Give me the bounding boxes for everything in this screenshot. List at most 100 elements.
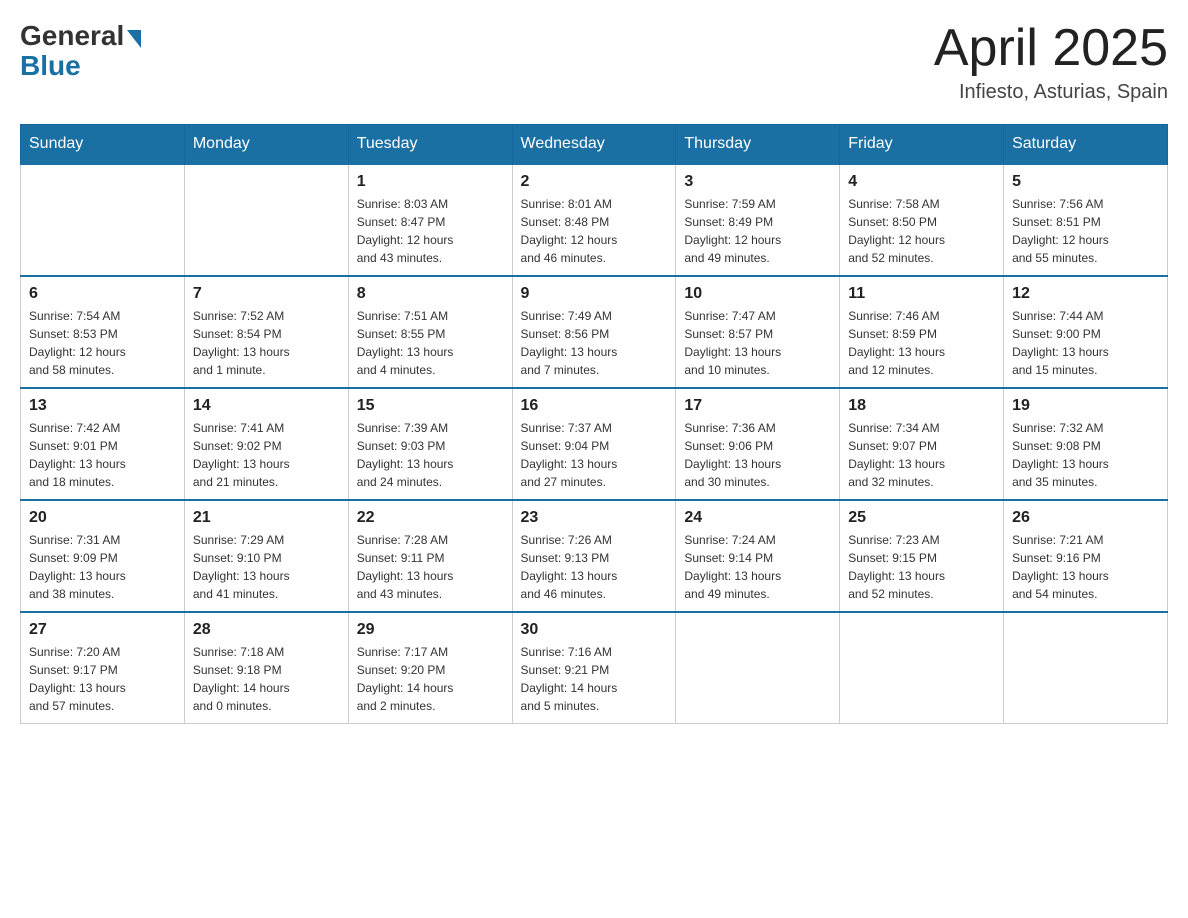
calendar-cell xyxy=(21,164,185,276)
calendar-cell: 4 Sunrise: 7:58 AMSunset: 8:50 PMDaylight… xyxy=(840,164,1004,276)
day-number: 22 xyxy=(357,509,504,527)
day-number: 24 xyxy=(684,509,831,527)
day-number: 4 xyxy=(848,173,995,191)
calendar-cell xyxy=(676,612,840,724)
calendar-week-row: 13Sunrise: 7:42 AMSunset: 9:01 PMDayligh… xyxy=(21,388,1168,500)
header-friday: Friday xyxy=(840,125,1004,165)
day-info: Sunrise: 7:52 AMSunset: 8:54 PMDaylight:… xyxy=(193,307,340,379)
day-number: 21 xyxy=(193,509,340,527)
logo-general-text: General xyxy=(20,20,124,52)
calendar-cell: 3Sunrise: 7:59 AMSunset: 8:49 PMDaylight… xyxy=(676,164,840,276)
calendar-cell: 13Sunrise: 7:42 AMSunset: 9:01 PMDayligh… xyxy=(21,388,185,500)
calendar-cell: 30 Sunrise: 7:16 AMSunset: 9:21 PMDayligh… xyxy=(512,612,676,724)
day-info: Sunrise: 7:29 AMSunset: 9:10 PMDaylight:… xyxy=(193,531,340,603)
day-info: Sunrise: 7:59 AMSunset: 8:49 PMDaylight:… xyxy=(684,195,831,267)
day-number: 20 xyxy=(29,509,176,527)
month-title: April 2025 xyxy=(934,20,1168,77)
day-info: Sunrise: 7:26 AMSunset: 9:13 PMDaylight:… xyxy=(521,531,668,603)
day-number: 14 xyxy=(193,397,340,415)
day-number: 7 xyxy=(193,285,340,303)
day-number: 23 xyxy=(521,509,668,527)
day-info: Sunrise: 7:54 AMSunset: 8:53 PMDaylight:… xyxy=(29,307,176,379)
calendar-cell xyxy=(184,164,348,276)
header-tuesday: Tuesday xyxy=(348,125,512,165)
header-thursday: Thursday xyxy=(676,125,840,165)
calendar-cell: 12 Sunrise: 7:44 AMSunset: 9:00 PMDayligh… xyxy=(1004,276,1168,388)
day-number: 17 xyxy=(684,397,831,415)
calendar-header-row: Sunday Monday Tuesday Wednesday Thursday… xyxy=(21,125,1168,165)
calendar-cell: 14Sunrise: 7:41 AMSunset: 9:02 PMDayligh… xyxy=(184,388,348,500)
location-title: Infiesto, Asturias, Spain xyxy=(934,81,1168,104)
day-info: Sunrise: 7:20 AMSunset: 9:17 PMDaylight:… xyxy=(29,643,176,715)
day-info: Sunrise: 7:49 AMSunset: 8:56 PMDaylight:… xyxy=(521,307,668,379)
day-number: 1 xyxy=(357,173,504,191)
day-info: Sunrise: 7:21 AMSunset: 9:16 PMDaylight:… xyxy=(1012,531,1159,603)
day-info: Sunrise: 7:23 AMSunset: 9:15 PMDaylight:… xyxy=(848,531,995,603)
header-sunday: Sunday xyxy=(21,125,185,165)
day-number: 12 xyxy=(1012,285,1159,303)
day-number: 15 xyxy=(357,397,504,415)
calendar-cell: 5Sunrise: 7:56 AMSunset: 8:51 PMDaylight… xyxy=(1004,164,1168,276)
calendar-cell: 17 Sunrise: 7:36 AMSunset: 9:06 PMDayligh… xyxy=(676,388,840,500)
day-info: Sunrise: 7:44 AMSunset: 9:00 PMDaylight:… xyxy=(1012,307,1159,379)
day-info: Sunrise: 7:47 AMSunset: 8:57 PMDaylight:… xyxy=(684,307,831,379)
day-number: 11 xyxy=(848,285,995,303)
calendar-week-row: 27 Sunrise: 7:20 AMSunset: 9:17 PMDayligh… xyxy=(21,612,1168,724)
day-number: 26 xyxy=(1012,509,1159,527)
day-info: Sunrise: 7:24 AMSunset: 9:14 PMDaylight:… xyxy=(684,531,831,603)
calendar-cell: 27 Sunrise: 7:20 AMSunset: 9:17 PMDayligh… xyxy=(21,612,185,724)
calendar-cell: 10Sunrise: 7:47 AMSunset: 8:57 PMDayligh… xyxy=(676,276,840,388)
calendar-cell: 18 Sunrise: 7:34 AMSunset: 9:07 PMDayligh… xyxy=(840,388,1004,500)
calendar-cell: 20 Sunrise: 7:31 AMSunset: 9:09 PMDayligh… xyxy=(21,500,185,612)
day-info: Sunrise: 7:39 AMSunset: 9:03 PMDaylight:… xyxy=(357,419,504,491)
calendar-cell: 15 Sunrise: 7:39 AMSunset: 9:03 PMDayligh… xyxy=(348,388,512,500)
calendar-week-row: 1 Sunrise: 8:03 AMSunset: 8:47 PMDaylight… xyxy=(21,164,1168,276)
day-info: Sunrise: 7:34 AMSunset: 9:07 PMDaylight:… xyxy=(848,419,995,491)
day-number: 2 xyxy=(521,173,668,191)
calendar-cell: 29Sunrise: 7:17 AMSunset: 9:20 PMDayligh… xyxy=(348,612,512,724)
calendar-cell: 6 Sunrise: 7:54 AMSunset: 8:53 PMDaylight… xyxy=(21,276,185,388)
day-info: Sunrise: 7:31 AMSunset: 9:09 PMDaylight:… xyxy=(29,531,176,603)
calendar-cell: 21 Sunrise: 7:29 AMSunset: 9:10 PMDayligh… xyxy=(184,500,348,612)
day-number: 5 xyxy=(1012,173,1159,191)
day-number: 16 xyxy=(521,397,668,415)
day-info: Sunrise: 7:28 AMSunset: 9:11 PMDaylight:… xyxy=(357,531,504,603)
calendar-cell: 1 Sunrise: 8:03 AMSunset: 8:47 PMDaylight… xyxy=(348,164,512,276)
calendar-cell: 11Sunrise: 7:46 AMSunset: 8:59 PMDayligh… xyxy=(840,276,1004,388)
calendar-cell: 24 Sunrise: 7:24 AMSunset: 9:14 PMDayligh… xyxy=(676,500,840,612)
day-info: Sunrise: 7:42 AMSunset: 9:01 PMDaylight:… xyxy=(29,419,176,491)
calendar-cell: 28 Sunrise: 7:18 AMSunset: 9:18 PMDayligh… xyxy=(184,612,348,724)
header-wednesday: Wednesday xyxy=(512,125,676,165)
day-number: 19 xyxy=(1012,397,1159,415)
day-number: 18 xyxy=(848,397,995,415)
calendar-cell: 16 Sunrise: 7:37 AMSunset: 9:04 PMDayligh… xyxy=(512,388,676,500)
header-saturday: Saturday xyxy=(1004,125,1168,165)
calendar-cell: 22 Sunrise: 7:28 AMSunset: 9:11 PMDayligh… xyxy=(348,500,512,612)
day-info: Sunrise: 7:51 AMSunset: 8:55 PMDaylight:… xyxy=(357,307,504,379)
logo: General Blue xyxy=(20,20,141,82)
calendar-cell: 9 Sunrise: 7:49 AMSunset: 8:56 PMDaylight… xyxy=(512,276,676,388)
day-number: 25 xyxy=(848,509,995,527)
day-info: Sunrise: 8:01 AMSunset: 8:48 PMDaylight:… xyxy=(521,195,668,267)
calendar-cell xyxy=(1004,612,1168,724)
day-number: 30 xyxy=(521,621,668,639)
day-info: Sunrise: 7:36 AMSunset: 9:06 PMDaylight:… xyxy=(684,419,831,491)
day-info: Sunrise: 7:32 AMSunset: 9:08 PMDaylight:… xyxy=(1012,419,1159,491)
day-number: 6 xyxy=(29,285,176,303)
day-info: Sunrise: 7:16 AMSunset: 9:21 PMDaylight:… xyxy=(521,643,668,715)
page-header: General Blue April 2025 Infiesto, Asturi… xyxy=(20,20,1168,104)
calendar-cell: 25 Sunrise: 7:23 AMSunset: 9:15 PMDayligh… xyxy=(840,500,1004,612)
calendar-cell: 2 Sunrise: 8:01 AMSunset: 8:48 PMDaylight… xyxy=(512,164,676,276)
logo-blue-text: Blue xyxy=(20,50,81,82)
day-info: Sunrise: 7:58 AMSunset: 8:50 PMDaylight:… xyxy=(848,195,995,267)
calendar-cell: 23 Sunrise: 7:26 AMSunset: 9:13 PMDayligh… xyxy=(512,500,676,612)
day-number: 9 xyxy=(521,285,668,303)
day-number: 27 xyxy=(29,621,176,639)
day-info: Sunrise: 7:37 AMSunset: 9:04 PMDaylight:… xyxy=(521,419,668,491)
header-monday: Monday xyxy=(184,125,348,165)
day-number: 28 xyxy=(193,621,340,639)
day-info: Sunrise: 8:03 AMSunset: 8:47 PMDaylight:… xyxy=(357,195,504,267)
calendar-week-row: 20 Sunrise: 7:31 AMSunset: 9:09 PMDayligh… xyxy=(21,500,1168,612)
day-info: Sunrise: 7:18 AMSunset: 9:18 PMDaylight:… xyxy=(193,643,340,715)
title-block: April 2025 Infiesto, Asturias, Spain xyxy=(934,20,1168,104)
